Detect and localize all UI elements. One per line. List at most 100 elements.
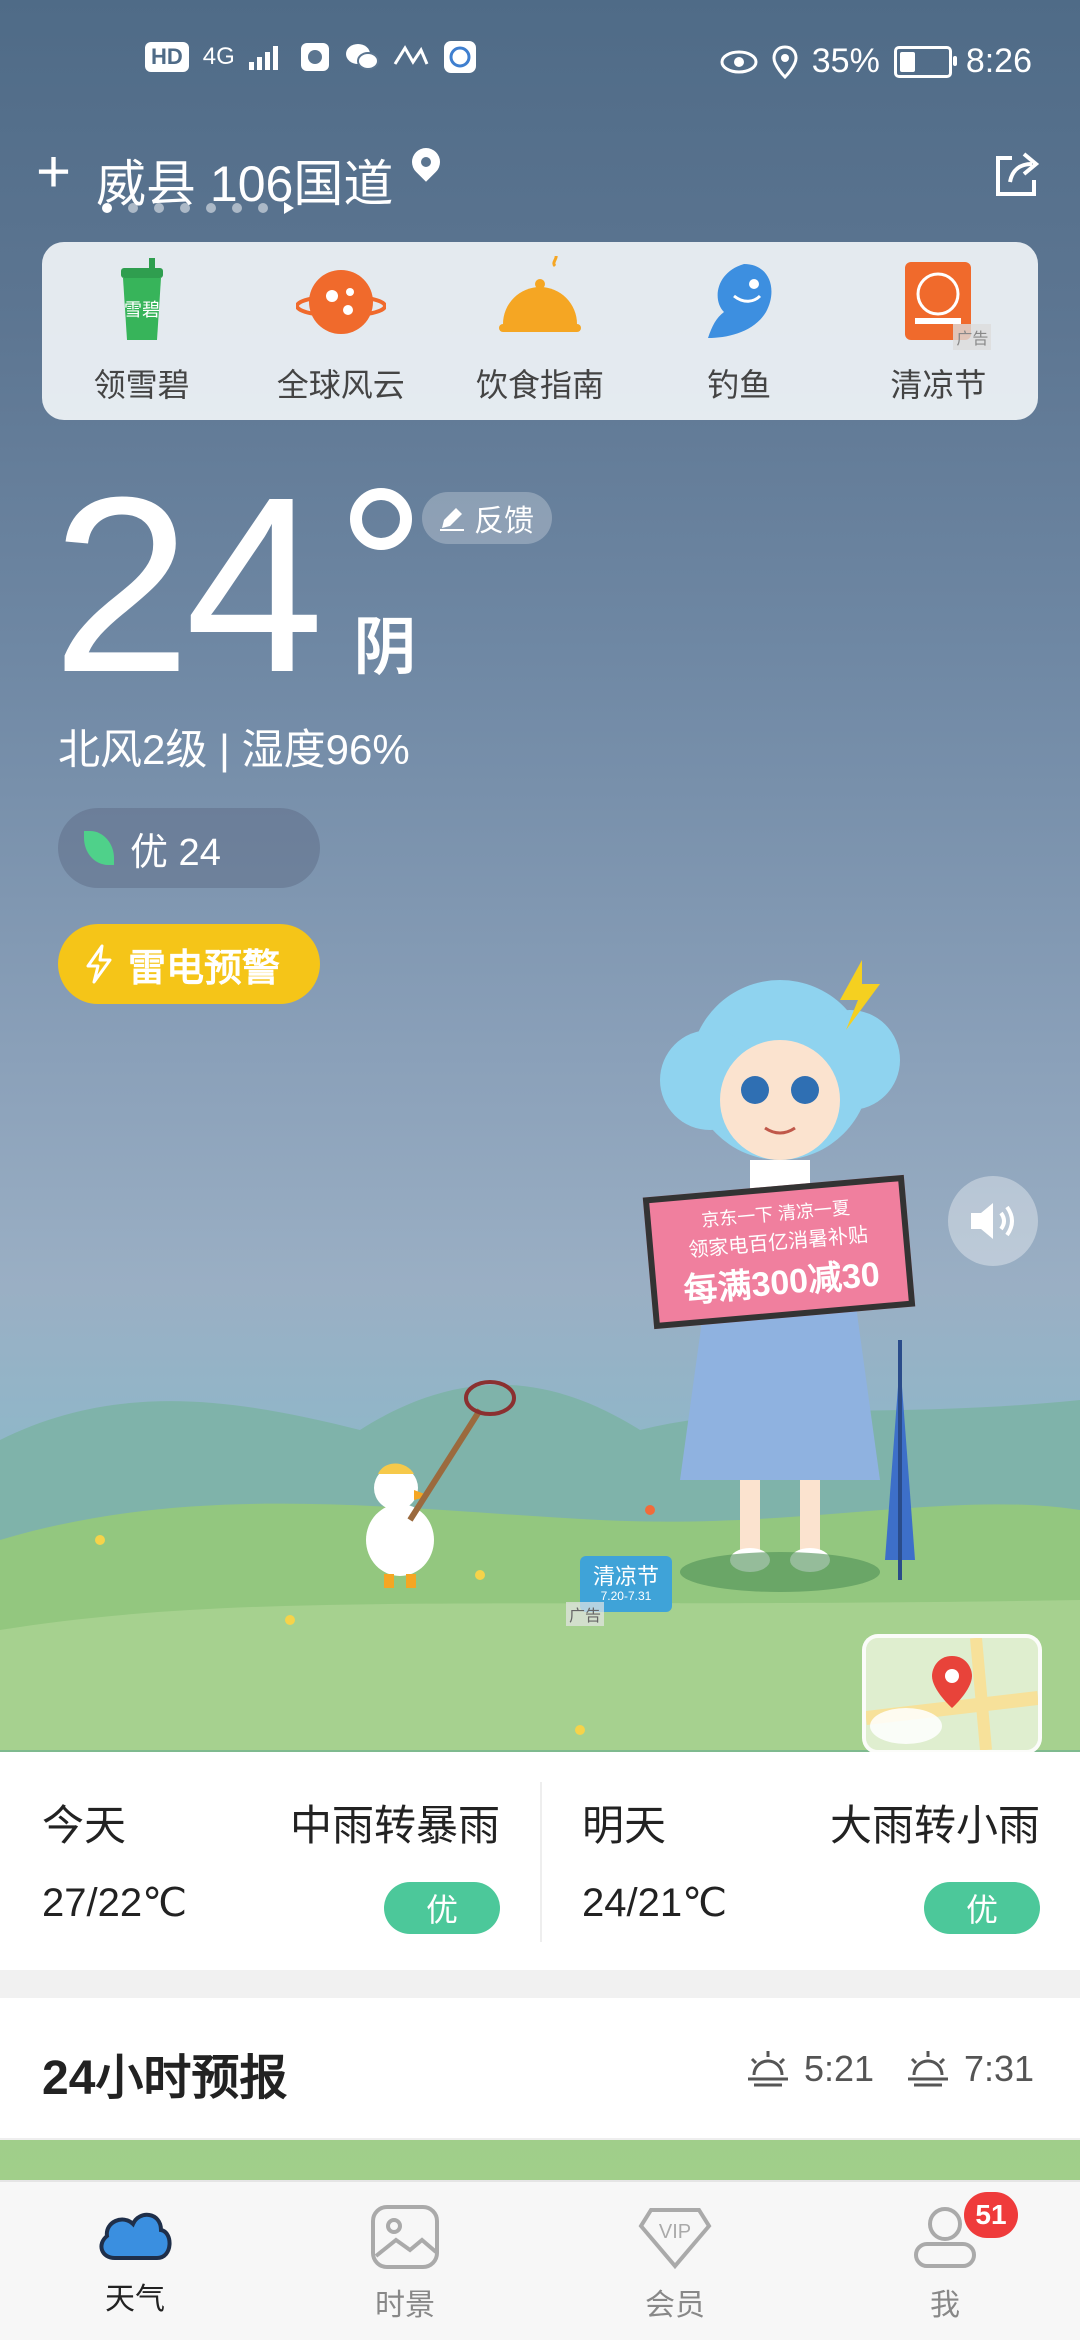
battery-icon [893,45,957,78]
map-pin-icon [866,1638,1038,1750]
shortcut-label: 钓鱼 [707,367,772,403]
today-card[interactable]: 今天 中雨转暴雨 27/22℃ 优 [0,1752,540,1970]
day-temp-range: 24/21℃ [582,1881,728,1925]
tab-scenery[interactable]: 时景 [270,2182,540,2340]
picture-icon [371,2205,439,2269]
ad-tag: 广告 [953,324,992,350]
hourly-forecast-header: 24小时预报 5:21 7:31 [0,1998,1080,2140]
status-right-icons: 35% 8:26 [720,42,1032,81]
aqi-label: 优 24 [130,831,221,874]
tab-vip[interactable]: VIP 会员 [540,2182,810,2340]
shortcut-bar: 雪碧 领雪碧 全球风云 饮食指南 钓鱼 广告 清凉节 [42,242,1038,420]
day-name: 今天 [42,1802,127,1849]
shortcut-label: 领雪碧 [93,367,190,403]
battery-percent: 35% [811,42,880,80]
page-arrow-icon [284,202,294,214]
clock: 8:26 [965,42,1032,80]
top-bar: + 威县 106国道 [0,120,1080,240]
shortcut-global-weather[interactable]: 全球风云 [256,256,426,406]
day-condition: 中雨转暴雨 [289,1802,500,1849]
page-dot [180,203,190,213]
add-city-button[interactable]: + [36,142,71,202]
page-dot [206,203,216,213]
browser-icon [443,41,476,73]
festival-tag-dates: 7.20-7.31 [600,1588,652,1603]
notification-badge: 51 [964,2192,1018,2238]
page-dot [102,203,112,213]
day-temp-range: 27/22℃ [42,1881,188,1925]
share-icon[interactable] [990,148,1042,202]
aqi-pill[interactable]: 优 24 [58,808,320,888]
tab-label: 会员 [645,2289,705,2322]
degree-symbol [350,488,412,550]
speaker-icon [971,1203,1014,1239]
day-name: 明天 [582,1802,667,1849]
network-4g-label: 4G [202,43,235,70]
tab-me[interactable]: 51 我 [810,2182,1080,2340]
location-pin-icon [406,142,446,182]
leaf-icon [84,831,114,865]
page-dot [232,203,242,213]
section-gap [0,1970,1080,1998]
pencil-icon [440,508,464,531]
eye-icon [720,50,758,73]
wind-humidity: 北风2级 | 湿度96% [58,726,410,773]
status-left-icons: HD 4G [145,40,477,74]
wechat-icon [345,44,379,70]
shortcut-label: 全球风云 [276,367,405,403]
sunrise-time: 5:21 [804,2048,875,2089]
tomorrow-card[interactable]: 明天 大雨转小雨 24/21℃ 优 [540,1752,1080,1970]
page-dot [154,203,164,213]
feedback-button[interactable]: 反馈 [422,492,552,544]
aqi-badge: 优 [924,1882,1040,1934]
page-dot [128,203,138,213]
tab-label: 我 [930,2289,960,2322]
planet-icon [295,270,386,334]
page-indicator [102,202,294,214]
aqi-badge: 优 [384,1882,500,1934]
hd-indicator: HD [145,42,189,72]
day-condition: 大雨转小雨 [829,1802,1040,1849]
current-condition: 阴 [354,613,417,682]
sunset: 7:31 [904,2048,1034,2090]
sunrise-icon [748,2051,788,2087]
vip-icon: VIP [638,2208,712,2270]
status-bar: HD 4G 35% 8:26 [0,0,1080,130]
sunset-icon [908,2051,948,2087]
weather-screen: HD 4G 35% 8:26 + 威县 106国道 雪碧 领雪碧 全球风云 饮食… [0,0,1080,2340]
page-dot [258,203,268,213]
daily-summary: 今天 中雨转暴雨 27/22℃ 优 明天 大雨转小雨 24/21℃ 优 [0,1752,1080,1970]
shortcut-sprite[interactable]: 雪碧 领雪碧 [57,256,227,406]
tab-weather[interactable]: 天气 [0,2182,270,2340]
sound-toggle-button[interactable] [948,1176,1038,1266]
shortcut-fishing[interactable]: 钓鱼 [654,256,824,406]
thunder-warning-button[interactable]: 雷电预警 [58,924,320,1004]
shortcut-cool-festival[interactable]: 广告 清凉节 [853,256,1023,406]
sunset-time: 7:31 [964,2048,1035,2089]
weather-map-button[interactable] [862,1634,1042,1754]
festival-tag-label: 清凉节 [592,1564,659,1590]
svg-text:VIP: VIP [659,2221,691,2243]
scene-ad-label: 广告 [566,1602,605,1626]
tab-label: 时景 [375,2289,435,2322]
food-dome-icon [498,256,581,332]
feedback-label: 反馈 [474,505,534,538]
signal-icon [248,46,278,70]
svg-text:雪碧: 雪碧 [124,300,160,320]
app-notification-icon [300,43,329,71]
shortcut-food-guide[interactable]: 饮食指南 [455,256,625,406]
ad-sign[interactable]: 京东一下 清凉一夏 领家电百亿消暑补贴 每满300减30 [642,1174,916,1330]
shortcut-label: 饮食指南 [475,367,604,403]
bottom-tab-bar: 天气 时景 VIP 会员 51 我 [0,2180,1080,2340]
current-temperature: 24 [52,445,324,724]
section-title: 24小时预报 [42,2052,288,2105]
study-app-icon [393,45,429,65]
fish-icon [708,264,772,338]
sprite-drink-icon: 雪碧 [120,258,163,340]
duck-with-net-illustration [366,1380,516,1588]
sunrise: 5:21 [744,2048,874,2090]
lightning-icon [86,944,112,984]
tab-label: 天气 [105,2283,165,2316]
warning-label: 雷电预警 [128,947,281,990]
festival-icon: 广告 [893,256,992,350]
